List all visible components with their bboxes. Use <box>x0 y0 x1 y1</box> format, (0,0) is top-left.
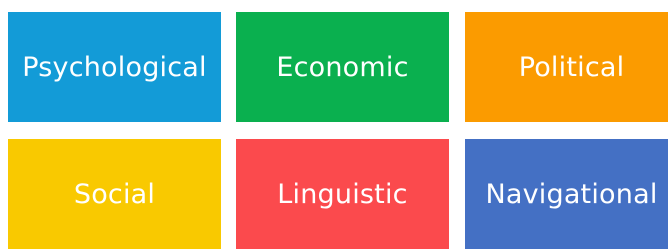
tile-label: Economic <box>276 51 409 83</box>
tile-label: Political <box>518 51 625 83</box>
tile-psychological: Psychological <box>8 12 221 122</box>
tile-political: Political <box>465 12 668 122</box>
tile-economic: Economic <box>236 12 449 122</box>
category-grid: Psychological Economic Political Social … <box>0 0 668 250</box>
tile-label: Navigational <box>485 178 658 210</box>
tile-label: Psychological <box>22 51 207 83</box>
tile-label: Linguistic <box>277 178 408 210</box>
tile-linguistic: Linguistic <box>236 139 449 249</box>
tile-social: Social <box>8 139 221 249</box>
tile-label: Social <box>73 178 156 210</box>
tile-navigational: Navigational <box>465 139 668 249</box>
